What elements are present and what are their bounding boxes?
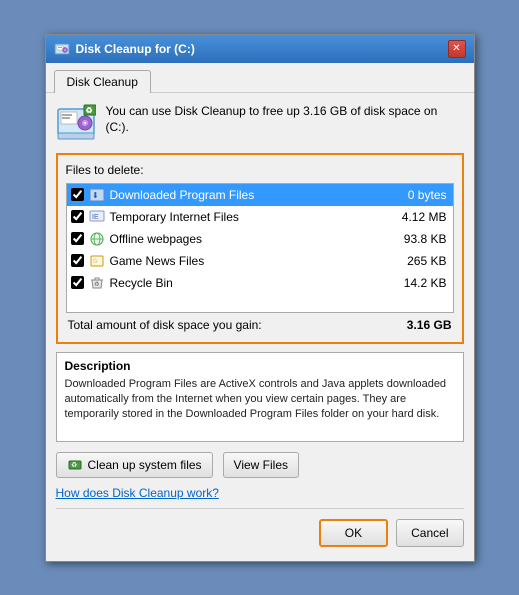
file-item-temp-internet[interactable]: IE Temporary Internet Files 4.12 MB [67, 206, 453, 228]
downloaded-files-icon: ⬇ [89, 187, 105, 203]
description-section: Description Downloaded Program Files are… [56, 352, 464, 442]
header-description: You can use Disk Cleanup to free up 3.16… [106, 103, 464, 137]
file-checkbox-game-news[interactable] [71, 254, 84, 267]
cleanup-icon: ♻ [67, 457, 83, 473]
file-checkbox-temp-internet[interactable] [71, 210, 84, 223]
file-name-downloaded: Downloaded Program Files [110, 188, 403, 202]
file-size-game-news: 265 KB [407, 254, 446, 268]
file-name-offline: Offline webpages [110, 232, 399, 246]
file-size-downloaded: 0 bytes [408, 188, 447, 202]
total-value: 3.16 GB [407, 318, 452, 332]
title-bar-left: Disk Cleanup for (C:) [54, 41, 195, 57]
header-section: ♻ You can use Disk Cleanup to free up 3.… [56, 103, 464, 143]
file-size-recycle-bin: 14.2 KB [404, 276, 447, 290]
link-section: How does Disk Cleanup work? [56, 486, 464, 500]
offline-pages-icon [89, 231, 105, 247]
disk-cleanup-tab[interactable]: Disk Cleanup [54, 70, 151, 93]
action-buttons: ♻ Clean up system files View Files [56, 452, 464, 478]
main-content: ♻ You can use Disk Cleanup to free up 3.… [46, 93, 474, 561]
file-name-recycle-bin: Recycle Bin [110, 276, 399, 290]
file-checkbox-downloaded[interactable] [71, 188, 84, 201]
tab-bar: Disk Cleanup [46, 63, 474, 93]
files-section: Files to delete: ⬇ Downloaded Program Fi… [56, 153, 464, 344]
description-title: Description [65, 359, 455, 373]
svg-text:IE: IE [92, 214, 99, 221]
bottom-separator [56, 508, 464, 509]
svg-text:⬇: ⬇ [92, 191, 99, 200]
header-disk-icon: ♻ [56, 103, 96, 143]
view-files-button[interactable]: View Files [223, 452, 299, 478]
svg-text:♻: ♻ [94, 281, 99, 288]
svg-text:☆: ☆ [92, 257, 98, 265]
file-item-game-news[interactable]: ☆ Game News Files 265 KB [67, 250, 453, 272]
file-item-downloaded[interactable]: ⬇ Downloaded Program Files 0 bytes [67, 184, 453, 206]
file-name-game-news: Game News Files [110, 254, 403, 268]
files-label: Files to delete: [66, 163, 454, 177]
cancel-button[interactable]: Cancel [396, 519, 463, 547]
svg-text:♻: ♻ [71, 462, 77, 469]
disk-cleanup-window: Disk Cleanup for (C:) ✕ Disk Cleanup [45, 34, 475, 562]
file-name-temp-internet: Temporary Internet Files [110, 210, 397, 224]
title-bar: Disk Cleanup for (C:) ✕ [46, 35, 474, 63]
file-checkbox-recycle-bin[interactable] [71, 276, 84, 289]
recycle-bin-icon: ♻ [89, 275, 105, 291]
total-row: Total amount of disk space you gain: 3.1… [66, 313, 454, 334]
title-controls: ✕ [448, 40, 466, 58]
file-item-recycle-bin[interactable]: ♻ Recycle Bin 14.2 KB [67, 272, 453, 294]
file-size-temp-internet: 4.12 MB [402, 210, 447, 224]
ok-button[interactable]: OK [319, 519, 388, 547]
ok-cancel-row: OK Cancel [56, 515, 464, 551]
svg-text:♻: ♻ [85, 106, 92, 115]
file-size-offline: 93.8 KB [404, 232, 447, 246]
close-button[interactable]: ✕ [448, 40, 466, 58]
files-list[interactable]: ⬇ Downloaded Program Files 0 bytes IE Te… [66, 183, 454, 313]
total-label: Total amount of disk space you gain: [68, 318, 262, 332]
how-disk-cleanup-works-link[interactable]: How does Disk Cleanup work? [56, 486, 219, 500]
file-checkbox-offline[interactable] [71, 232, 84, 245]
description-text: Downloaded Program Files are ActiveX con… [65, 377, 455, 423]
window-title: Disk Cleanup for (C:) [76, 42, 195, 56]
cleanup-system-files-button[interactable]: ♻ Clean up system files [56, 452, 213, 478]
game-news-icon: ☆ [89, 253, 105, 269]
disk-cleanup-title-icon [54, 41, 70, 57]
file-item-offline[interactable]: Offline webpages 93.8 KB [67, 228, 453, 250]
temp-internet-icon: IE [89, 209, 105, 225]
